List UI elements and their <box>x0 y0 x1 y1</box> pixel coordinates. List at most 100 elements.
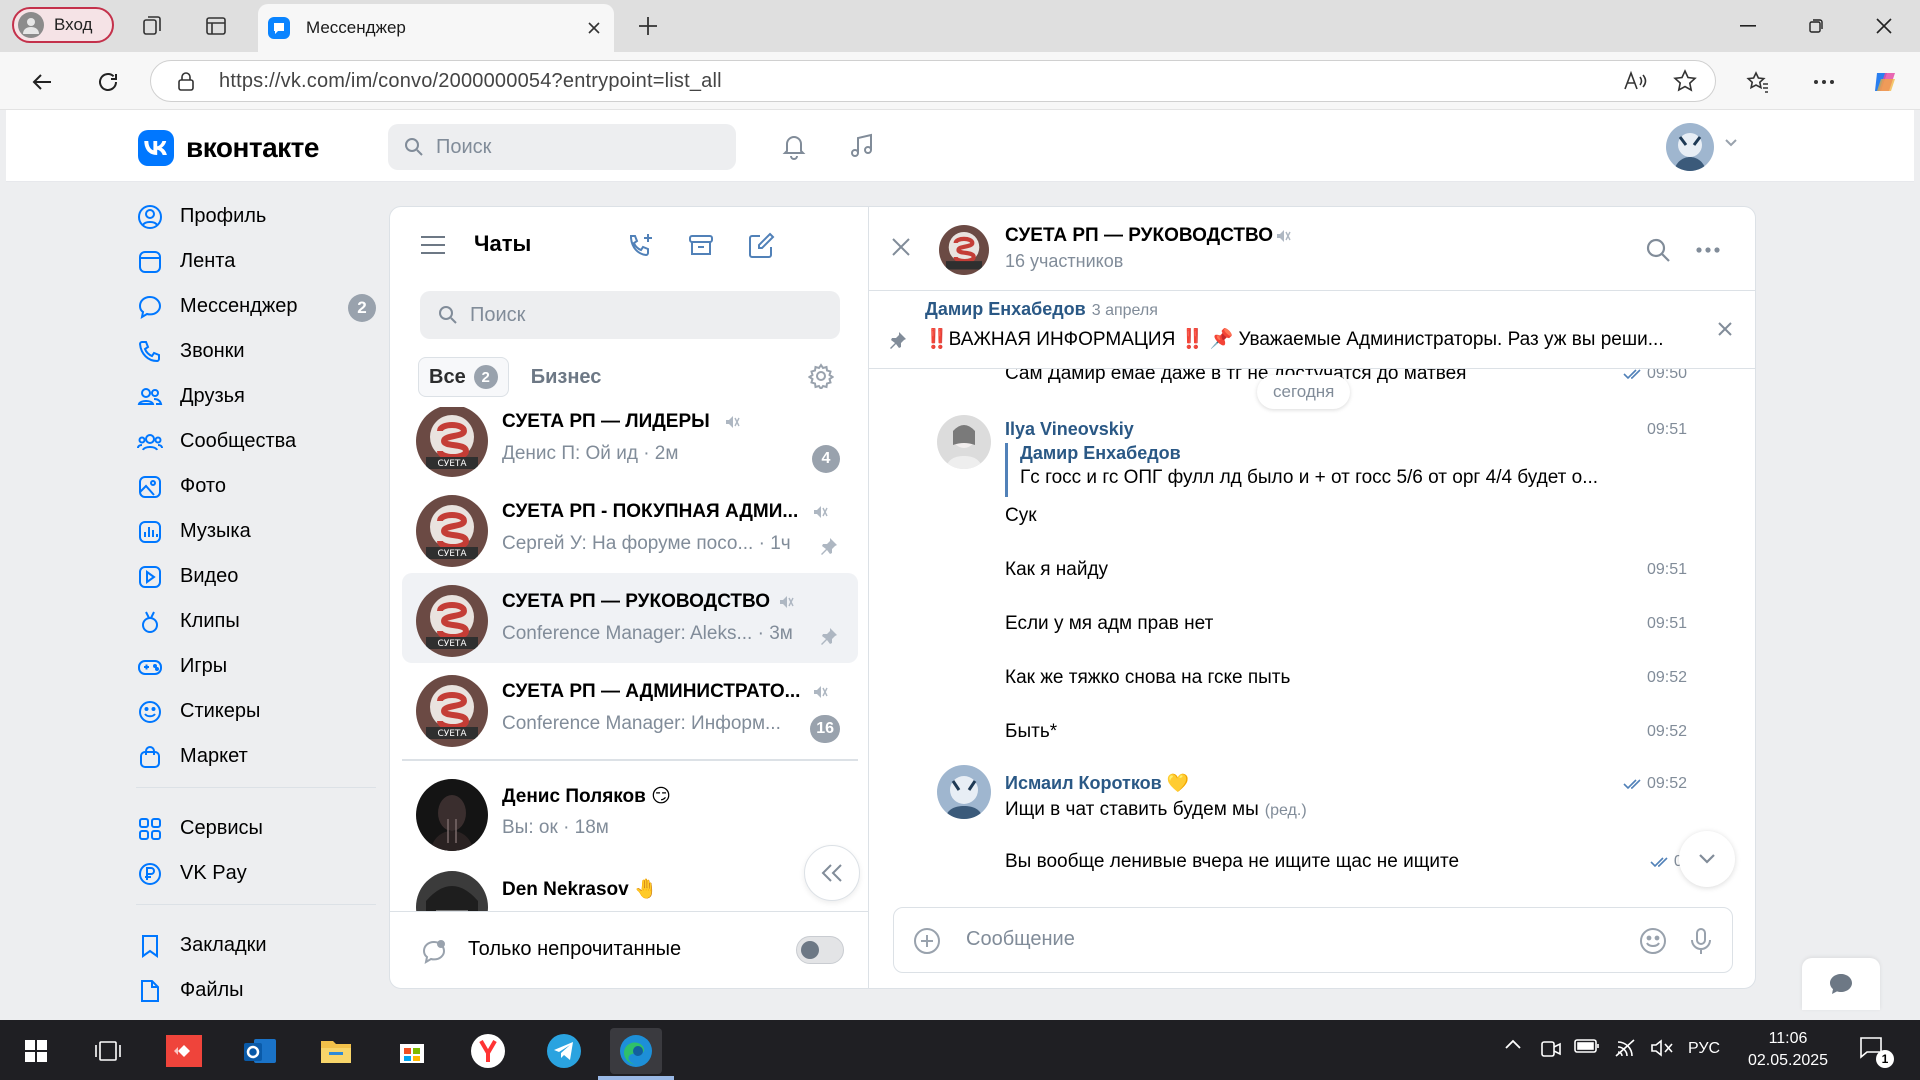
yandex-browser-icon[interactable] <box>464 1028 512 1074</box>
menu-item-files[interactable]: Файлы <box>136 968 376 1013</box>
conversation-members-count[interactable]: 16 участников <box>1005 251 1123 272</box>
menu-label: Сервисы <box>180 817 263 839</box>
conversation-item[interactable]: Den Nekrasov 🤚 <box>402 859 858 911</box>
conversation-preview: Вы: ок · 18м <box>502 817 609 839</box>
unread-chat-icon <box>420 938 448 966</box>
vk-logo[interactable]: вконтакте <box>138 130 319 166</box>
preview-text: Сергей У: На форуме посо... <box>502 533 754 554</box>
user-avatar[interactable] <box>1666 123 1714 171</box>
menu-item-messenger[interactable]: Мессенджер 2 <box>136 284 376 329</box>
archive-icon[interactable] <box>684 229 718 263</box>
edge-browser-icon[interactable] <box>610 1028 662 1074</box>
scroll-down-button[interactable] <box>1679 831 1735 887</box>
emoji-icon[interactable] <box>1636 924 1670 958</box>
tray-chevron-up-icon[interactable] <box>1504 1038 1522 1050</box>
user-avatar[interactable] <box>937 415 991 469</box>
telegram-icon[interactable] <box>540 1028 588 1074</box>
outlook-icon[interactable] <box>236 1028 284 1074</box>
preview-text: Conference Manager: Aleks... <box>502 623 753 644</box>
notifications-bell-icon[interactable] <box>778 130 810 162</box>
volume-muted-icon[interactable] <box>1650 1038 1674 1058</box>
menu-item-friends[interactable]: Друзья <box>136 374 376 419</box>
menu-item-vkpay[interactable]: VK Pay <box>136 851 376 896</box>
copilot-icon[interactable] <box>1866 64 1906 100</box>
task-view-icon[interactable] <box>84 1028 132 1074</box>
close-window-icon[interactable] <box>1866 10 1902 42</box>
close-tab-icon[interactable] <box>582 16 606 40</box>
message-author[interactable]: Исмаил Коротков 💛 <box>1005 773 1189 794</box>
menu-item-music[interactable]: Музыка <box>136 509 376 554</box>
close-icon[interactable] <box>891 237 911 257</box>
system-clock[interactable]: 11:06 02.05.2025 <box>1728 1028 1848 1072</box>
menu-item-calls[interactable]: Звонки <box>136 329 376 374</box>
unread-only-toggle[interactable] <box>796 936 844 964</box>
menu-item-bookmarks[interactable]: Закладки <box>136 923 376 968</box>
chevron-down-icon[interactable] <box>1724 138 1738 148</box>
restore-icon[interactable] <box>1798 10 1834 42</box>
anydesk-icon[interactable] <box>160 1028 208 1074</box>
reload-icon[interactable] <box>90 64 126 100</box>
favorites-icon[interactable] <box>1738 64 1778 100</box>
collapse-list-button[interactable] <box>804 845 860 901</box>
user-avatar[interactable] <box>937 765 991 819</box>
conversation-item-selected[interactable]: СУЕТА СУЕТА РП — РУКОВОДСТВО Conference … <box>402 573 858 663</box>
microsoft-store-icon[interactable] <box>388 1028 436 1074</box>
new-tab-icon[interactable] <box>634 12 662 40</box>
global-search-input[interactable]: Поиск <box>388 124 736 170</box>
message-input-placeholder[interactable]: Сообщение <box>966 928 1075 951</box>
conversation-item[interactable]: СУЕТА СУЕТА РП - ПОКУПНАЯ АДМИ... Сергей… <box>402 483 858 573</box>
read-aloud-icon[interactable] <box>1615 65 1655 97</box>
menu-item-profile[interactable]: Профиль <box>136 194 376 239</box>
more-options-icon[interactable] <box>1804 64 1844 100</box>
menu-item-stickers[interactable]: Стикеры <box>136 689 376 734</box>
wifi-icon[interactable] <box>1614 1038 1638 1058</box>
tab-actions-icon[interactable] <box>202 12 230 40</box>
file-explorer-icon[interactable] <box>312 1028 360 1074</box>
favorite-star-icon[interactable] <box>1665 65 1705 97</box>
unpin-close-icon[interactable] <box>1717 321 1733 337</box>
search-icon[interactable] <box>1641 233 1675 267</box>
back-icon[interactable] <box>24 64 60 100</box>
gear-icon[interactable] <box>808 363 834 389</box>
tab-all[interactable]: Все 2 <box>418 357 509 397</box>
group-avatar[interactable] <box>939 225 989 275</box>
menu-item-market[interactable]: Маркет <box>136 734 376 779</box>
attach-plus-icon[interactable] <box>910 924 944 958</box>
message-author[interactable]: Ilya Vineovskiy <box>1005 419 1134 440</box>
keyboard-language[interactable]: РУС <box>1688 1040 1720 1058</box>
pinned-icon <box>820 627 838 645</box>
chat-search-input[interactable]: Поиск <box>420 291 840 339</box>
conversation-title[interactable]: СУЕТА РП — РУКОВОДСТВО <box>1005 225 1273 247</box>
menu-item-communities[interactable]: Сообщества <box>136 419 376 464</box>
workspaces-icon[interactable] <box>138 12 166 40</box>
menu-item-video[interactable]: Видео <box>136 554 376 599</box>
menu-item-photo[interactable]: Фото <box>136 464 376 509</box>
address-bar[interactable]: https://vk.com/im/convo/2000000054?entry… <box>150 60 1716 102</box>
minimize-icon[interactable] <box>1730 10 1766 42</box>
conversation-item[interactable]: Денис Поляков 😏 Вы: ок · 18м <box>402 767 858 857</box>
conversation-item[interactable]: СУЕТА СУЕТА РП — АДМИНИСТРАТО... Confere… <box>402 663 858 753</box>
more-icon[interactable] <box>1691 233 1725 267</box>
conversation-item[interactable]: СУЕТА СУЕТА РП — ЛИДЕРЫ Денис П: Ой ид ·… <box>402 407 858 483</box>
battery-icon[interactable] <box>1574 1038 1600 1054</box>
hamburger-menu-icon[interactable] <box>420 235 446 255</box>
lock-icon[interactable] <box>175 70 197 92</box>
menu-item-feed[interactable]: Лента <box>136 239 376 284</box>
windows-start-icon[interactable] <box>12 1028 60 1074</box>
browser-login-button[interactable]: Вход <box>12 7 114 43</box>
tab-business[interactable]: Бизнес <box>531 366 602 389</box>
meet-now-icon[interactable] <box>1540 1038 1562 1060</box>
message-composer[interactable]: Сообщение <box>893 907 1733 973</box>
menu-item-games[interactable]: Игры <box>136 644 376 689</box>
browser-tab-active[interactable]: Мессенджер <box>258 4 614 52</box>
compose-icon[interactable] <box>744 229 778 263</box>
pinned-message[interactable]: Дамир Енхабедов 3 апреля ‼️ВАЖНАЯ ИНФОРМА… <box>869 291 1755 369</box>
floating-chat-button[interactable] <box>1802 958 1880 1010</box>
music-note-icon[interactable] <box>846 130 878 162</box>
menu-item-services[interactable]: Сервисы <box>136 806 376 851</box>
new-call-icon[interactable] <box>624 229 658 263</box>
url-text[interactable]: https://vk.com/im/convo/2000000054?entry… <box>219 70 1615 93</box>
microphone-icon[interactable] <box>1684 924 1718 958</box>
reply-quote[interactable]: Дамир Енхабедов Гс госс и гс ОПГ фулл лд… <box>1005 443 1605 497</box>
menu-item-clips[interactable]: Клипы <box>136 599 376 644</box>
